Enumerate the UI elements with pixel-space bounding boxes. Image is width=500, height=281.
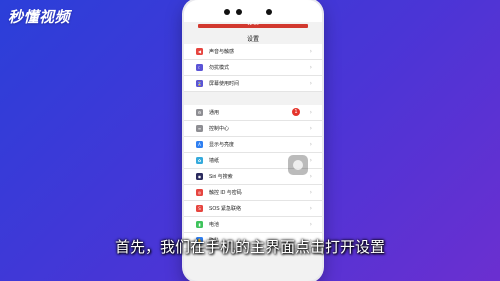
siri-icon: ◉ <box>196 173 203 180</box>
chevron-right-icon: › <box>309 157 312 164</box>
settings-row-label: 墙纸 <box>209 158 220 164</box>
sos-icon: S <box>196 205 203 212</box>
fingerprint-icon: ◎ <box>196 189 203 196</box>
settings-group-1: ◀ 声音与触感 › ☾ 勿扰模式 › ⌛ 屏幕使用时间 › <box>184 44 322 92</box>
settings-row[interactable]: ◀ 声音与触感 › <box>184 44 322 60</box>
settings-row-label: 电池 <box>209 222 220 228</box>
settings-group-2: ⚙ 通用 1 › ≡ 控制中心 › A 显示与亮度 › ✿ 墙纸 › ◉ Siri 与搜索 › ◎ 触控 ID 与… <box>184 105 322 249</box>
status-time: 12:00 <box>247 21 259 26</box>
speaker-icon: ◀ <box>196 48 203 55</box>
settings-row-label: SOS 紧急联络 <box>209 206 241 212</box>
camera-icon <box>224 9 230 15</box>
chevron-right-icon: › <box>309 173 312 180</box>
control-center-icon: ≡ <box>196 125 203 132</box>
assistive-touch-icon <box>293 160 303 170</box>
settings-row[interactable]: ≡ 控制中心 › <box>184 121 322 137</box>
chevron-right-icon: › <box>309 125 312 132</box>
settings-row[interactable]: A 显示与亮度 › <box>184 137 322 153</box>
moon-icon: ☾ <box>196 64 203 71</box>
chevron-right-icon: › <box>309 64 312 71</box>
settings-row-label: 控制中心 <box>209 126 230 132</box>
gear-icon: ⚙ <box>196 109 203 116</box>
settings-row-label: 显示与亮度 <box>209 142 235 148</box>
settings-row-label: 声音与触感 <box>209 49 235 55</box>
settings-row-label: 屏幕使用时间 <box>209 81 240 87</box>
chevron-right-icon: › <box>309 109 312 116</box>
settings-row[interactable]: ◎ 触控 ID 与密码 › <box>184 185 322 201</box>
hourglass-icon: ⌛ <box>196 80 203 87</box>
camera-icon <box>236 9 242 15</box>
settings-row-label: Siri 与搜索 <box>209 174 233 180</box>
status-bar: 12:00 <box>198 21 308 28</box>
settings-row-label: 勿扰模式 <box>209 65 230 71</box>
chevron-right-icon: › <box>309 80 312 87</box>
chevron-right-icon: › <box>309 221 312 228</box>
caption-subtitle: 首先，我们在手机的主界面点击打开设置 <box>114 238 385 256</box>
page-title: 设置 <box>246 37 259 43</box>
chevron-right-icon: › <box>309 141 312 148</box>
wallpaper-icon: ✿ <box>196 157 203 164</box>
assistive-touch-button[interactable] <box>288 155 308 175</box>
settings-row-label: 触控 ID 与密码 <box>209 190 242 196</box>
brightness-icon: A <box>196 141 203 148</box>
notification-badge: 1 <box>292 108 300 116</box>
battery-icon: ▮ <box>196 221 203 228</box>
settings-row[interactable]: S SOS 紧急联络 › <box>184 201 322 217</box>
settings-row[interactable]: ⚙ 通用 1 › <box>184 105 322 121</box>
chevron-right-icon: › <box>309 48 312 55</box>
chevron-right-icon: › <box>309 189 312 196</box>
settings-row[interactable]: ▮ 电池 › <box>184 217 322 233</box>
settings-row-label: 通用 <box>209 110 220 116</box>
chevron-right-icon: › <box>309 205 312 212</box>
sensor-icon <box>266 9 272 15</box>
watermark-logo: 秒懂视频 <box>8 8 71 26</box>
settings-row[interactable]: ☾ 勿扰模式 › <box>184 60 322 76</box>
settings-row[interactable]: ⌛ 屏幕使用时间 › <box>184 76 322 92</box>
phone-top-bezel <box>184 0 322 22</box>
